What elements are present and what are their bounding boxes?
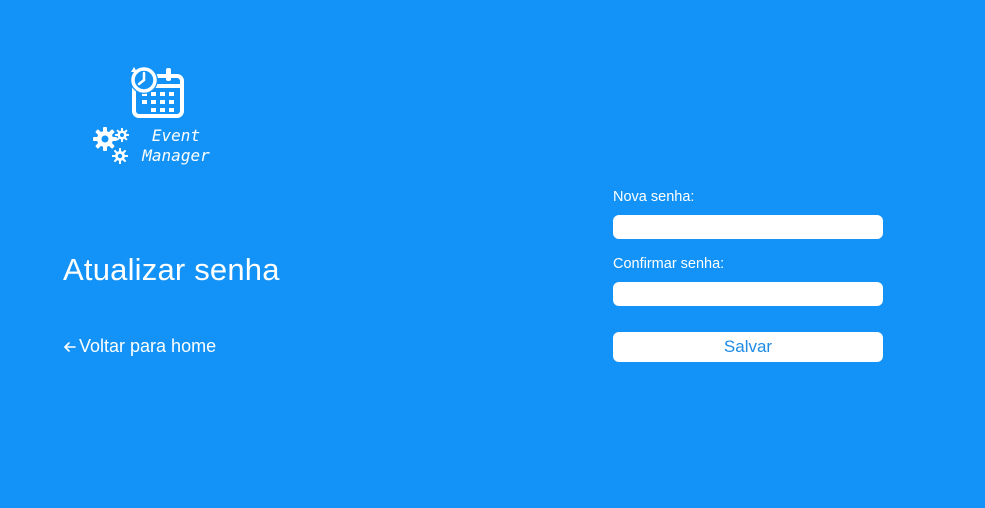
confirm-password-group: Confirmar senha: bbox=[613, 253, 883, 306]
confirm-password-label: Confirmar senha: bbox=[613, 256, 725, 272]
logo-text: Event Manager bbox=[132, 126, 220, 166]
new-password-group: Nova senha: bbox=[613, 186, 883, 239]
back-to-home-link[interactable]: Voltar para home bbox=[63, 336, 216, 357]
calendar-clock-icon bbox=[130, 66, 184, 118]
page-title: Atualizar senha bbox=[63, 252, 280, 287]
logo-text-line1: Event bbox=[151, 126, 201, 145]
app-logo: Event Manager bbox=[92, 62, 222, 172]
confirm-password-field[interactable] bbox=[613, 282, 883, 306]
new-password-label: Nova senha: bbox=[613, 189, 695, 205]
back-link-label: Voltar para home bbox=[79, 336, 217, 356]
logo-text-line2: Manager bbox=[142, 146, 210, 165]
gears-icon bbox=[93, 127, 129, 164]
update-password-form: Nova senha: Confirmar senha: bbox=[613, 186, 883, 306]
arrow-left-icon bbox=[64, 341, 76, 352]
new-password-field[interactable] bbox=[613, 215, 883, 239]
save-button[interactable]: Salvar bbox=[613, 332, 883, 362]
